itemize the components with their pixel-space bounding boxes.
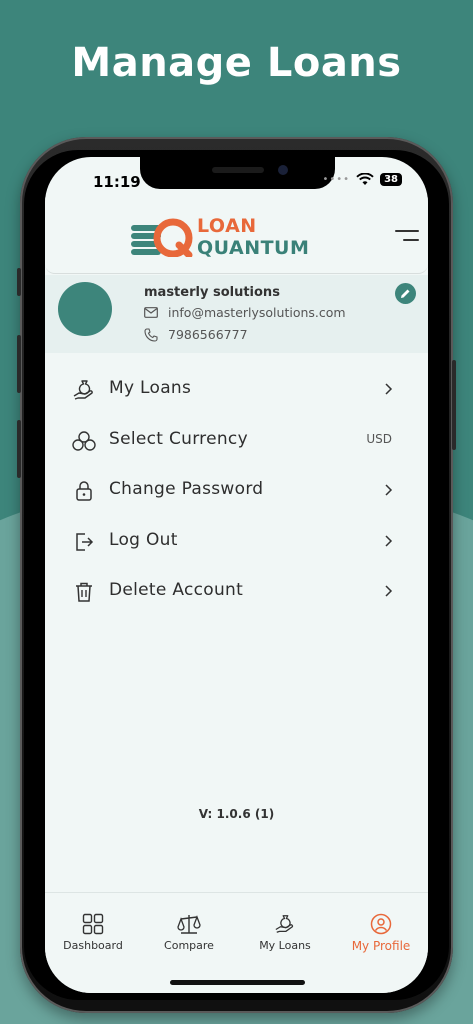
app-version: V: 1.0.6 (1) xyxy=(198,807,275,821)
signal-dots-icon: •••• xyxy=(322,174,351,185)
phone-volume-down xyxy=(17,420,21,478)
logout-icon xyxy=(76,533,94,551)
app-header: LOAN QUANTUM xyxy=(45,197,428,274)
tab-label-dashboard: Dashboard xyxy=(63,939,123,952)
profile-email: info@masterlysolutions.com xyxy=(168,305,346,320)
menu-item-my-loans[interactable]: My Loans xyxy=(45,369,428,411)
phone-icon xyxy=(144,327,158,342)
chevron-right-icon xyxy=(385,383,393,395)
profile-phone-row: 7986566777 xyxy=(144,327,248,342)
hand-money-icon xyxy=(275,915,294,933)
trash-icon xyxy=(76,582,92,602)
profile-name: masterly solutions xyxy=(144,285,280,300)
promo-headline: Manage Loans xyxy=(71,40,402,86)
pencil-icon xyxy=(401,289,410,298)
status-time: 11:19 xyxy=(93,173,141,191)
tab-label-compare: Compare xyxy=(164,939,214,952)
chevron-right-icon xyxy=(385,484,393,496)
menu-item-delete-account[interactable]: Delete Account xyxy=(45,571,428,613)
menu-label-my-loans: My Loans xyxy=(109,378,192,398)
profile-email-row: info@masterlysolutions.com xyxy=(144,305,346,320)
menu-label-log-out: Log Out xyxy=(109,530,178,550)
menu-label-delete-account: Delete Account xyxy=(109,580,244,600)
grid-icon xyxy=(82,913,104,935)
logo-text-loan: LOAN xyxy=(197,215,257,237)
avatar[interactable] xyxy=(58,282,112,336)
bottom-tab-bar: Dashboard Compare My Loans My Profile xyxy=(45,892,428,993)
logo-text-quantum: QUANTUM xyxy=(197,237,310,259)
profile-card: masterly solutions info@masterlysolution… xyxy=(45,275,428,353)
menu-item-change-password[interactable]: Change Password xyxy=(45,470,428,512)
tab-label-my-profile: My Profile xyxy=(351,939,411,953)
menu-label-select-currency: Select Currency xyxy=(109,429,248,449)
hamburger-menu-icon[interactable] xyxy=(394,227,420,247)
tab-my-profile[interactable]: My Profile xyxy=(333,913,428,953)
edit-profile-button[interactable] xyxy=(395,283,416,304)
tab-label-my-loans: My Loans xyxy=(259,939,311,952)
phone-volume-up xyxy=(17,335,21,393)
profile-phone: 7986566777 xyxy=(168,327,248,342)
menu-label-change-password: Change Password xyxy=(109,479,264,499)
phone-mute-switch xyxy=(17,268,21,296)
speaker xyxy=(212,167,264,173)
status-icons: •••• 38 xyxy=(322,173,402,186)
chevron-right-icon xyxy=(385,585,393,597)
phone-power-button xyxy=(452,360,456,450)
hand-money-icon xyxy=(73,380,93,400)
tab-my-loans[interactable]: My Loans xyxy=(237,913,333,952)
lock-icon xyxy=(76,481,92,501)
currency-value: USD xyxy=(366,432,392,446)
user-circle-icon xyxy=(370,913,392,935)
home-indicator xyxy=(170,980,305,985)
wifi-icon xyxy=(356,173,374,185)
notch xyxy=(140,157,335,189)
mail-icon xyxy=(144,307,158,318)
battery-indicator: 38 xyxy=(380,173,402,186)
tab-dashboard[interactable]: Dashboard xyxy=(45,913,141,952)
phone-screen: 11:19 •••• 38 LOAN QUANTUM masterly solu… xyxy=(45,157,428,993)
coins-icon xyxy=(72,431,96,451)
scale-icon xyxy=(177,915,201,934)
menu-item-log-out[interactable]: Log Out xyxy=(45,521,428,563)
chevron-right-icon xyxy=(385,535,393,547)
menu-item-select-currency[interactable]: Select Currency USD xyxy=(45,420,428,462)
tab-compare[interactable]: Compare xyxy=(141,913,237,952)
front-camera xyxy=(278,165,288,175)
